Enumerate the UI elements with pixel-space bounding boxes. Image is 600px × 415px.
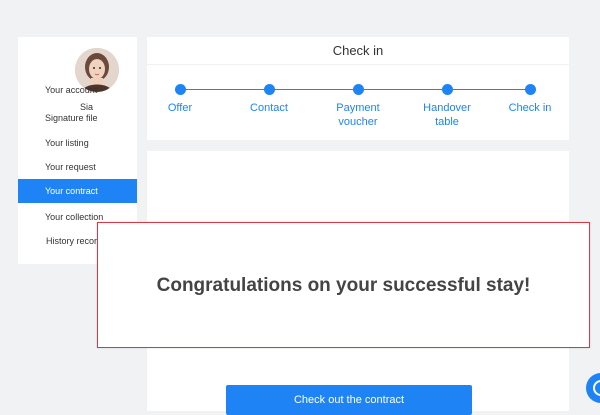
- step-dot-offer: [175, 84, 186, 95]
- step-dot-handover-table: [442, 84, 453, 95]
- sidebar-item-signature-file[interactable]: Signature file: [18, 106, 137, 130]
- success-message: Congratulations on your successful stay!: [156, 275, 531, 296]
- step-dot-contact: [264, 84, 275, 95]
- step-label-payment-voucher: Payment voucher: [336, 102, 380, 128]
- chat-icon: [593, 380, 600, 396]
- sidebar-item-your-account[interactable]: Your account: [18, 78, 137, 102]
- step-label-handover-table: Handover table: [423, 102, 471, 128]
- sidebar-item-your-contract[interactable]: Your contract: [18, 179, 137, 203]
- title-divider: [147, 64, 569, 65]
- sidebar-item-your-request[interactable]: Your request: [18, 155, 137, 179]
- check-out-contract-button[interactable]: Check out the contract: [226, 385, 472, 415]
- step-dot-check-in: [525, 84, 536, 95]
- step-label-contact: Contact: [250, 102, 288, 114]
- step-label-check-in: Check in: [508, 102, 552, 114]
- page-title: Check in: [332, 43, 384, 58]
- step-label-offer: Offer: [167, 102, 193, 114]
- checkin-card: Check in Offer Contact Payment voucher H…: [147, 37, 569, 140]
- chat-button[interactable]: [586, 373, 600, 403]
- sidebar-item-your-listing[interactable]: Your listing: [18, 131, 137, 155]
- step-dot-payment-voucher: [353, 84, 364, 95]
- success-modal: Congratulations on your successful stay!: [97, 222, 590, 348]
